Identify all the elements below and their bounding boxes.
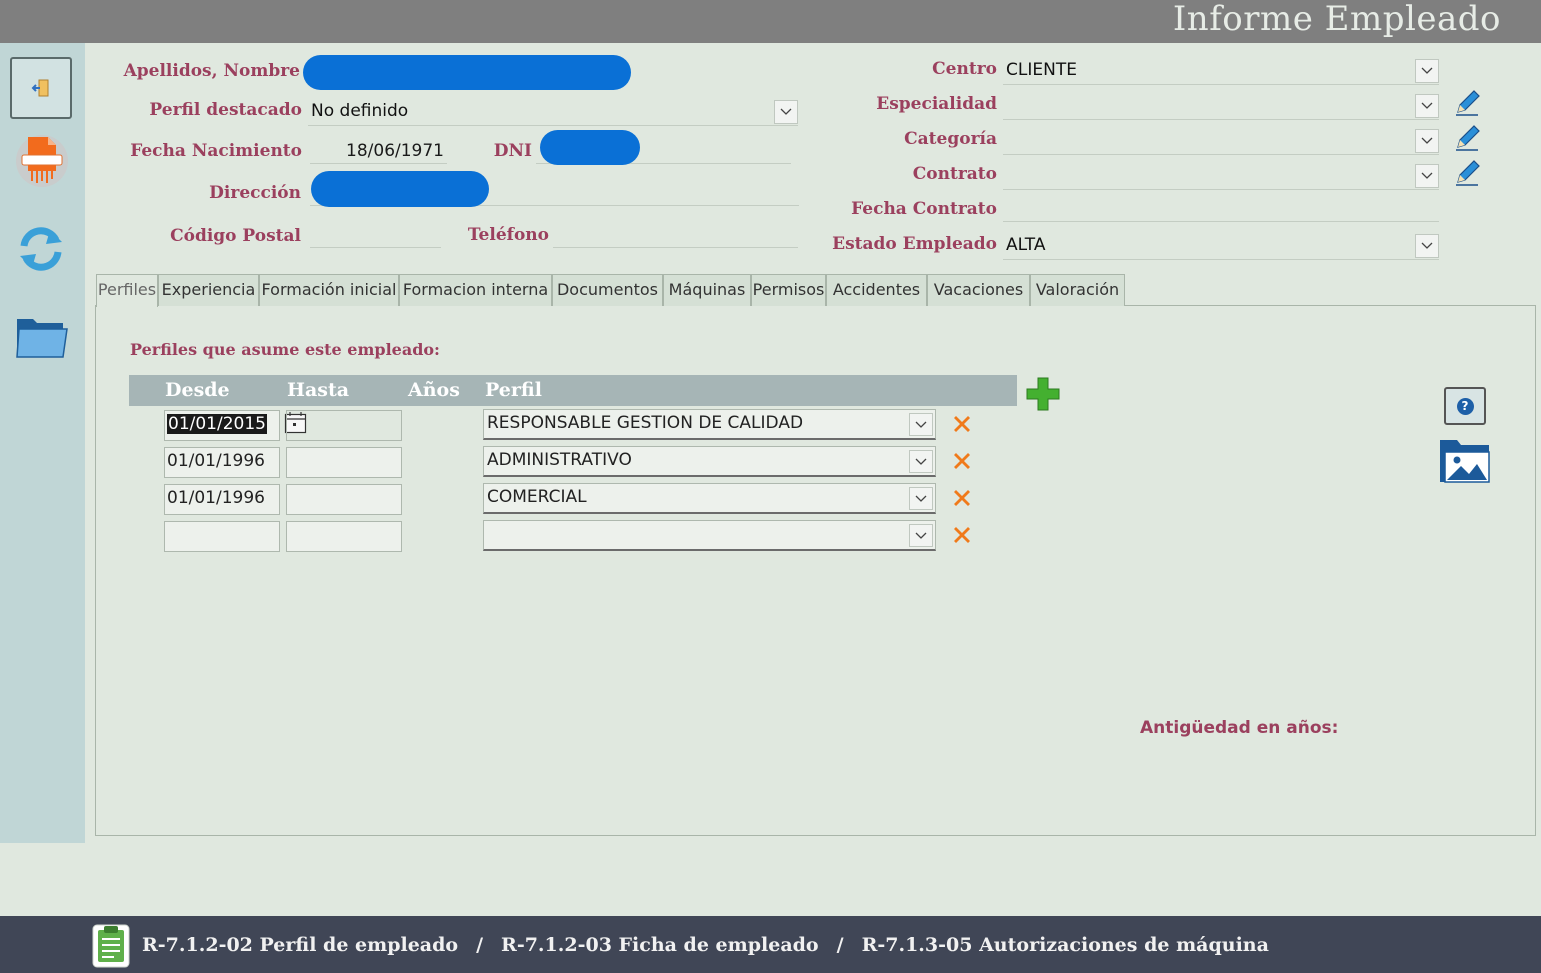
redacted-address [311, 171, 489, 207]
table-row-hasta[interactable] [286, 447, 402, 478]
chevron-down-icon[interactable] [909, 524, 933, 547]
chevron-down-icon[interactable] [1415, 234, 1439, 258]
clipboard-icon [92, 924, 130, 968]
perfil-destacado-value: No definido [311, 101, 409, 121]
estado-select[interactable]: ALTA [1003, 232, 1439, 260]
table-row-desde[interactable]: 01/01/1996 [164, 447, 280, 478]
exit-button[interactable] [10, 57, 72, 119]
table-row-desde[interactable]: 01/01/1996 [164, 484, 280, 515]
chevron-down-icon[interactable] [1415, 164, 1439, 188]
folder-button[interactable] [10, 305, 72, 367]
fecha-contrato-field[interactable] [1003, 198, 1439, 222]
dni-label: DNI [493, 141, 532, 161]
delete-x-icon[interactable] [951, 450, 973, 472]
table-row-hasta[interactable] [286, 484, 402, 515]
telefono-field[interactable] [553, 224, 798, 248]
perfil-select[interactable] [483, 520, 936, 551]
footer-separator: / [476, 934, 484, 956]
tab-experiencia[interactable]: Experiencia [158, 274, 259, 306]
tab-perfiles[interactable]: Perfiles [96, 274, 158, 307]
perfil-select[interactable]: RESPONSABLE GESTION DE CALIDAD [483, 409, 936, 440]
centro-label: Centro [932, 59, 997, 79]
categoria-select[interactable] [1003, 127, 1439, 155]
window-title: Informe Empleado [1172, 0, 1501, 39]
perfiles-section-title: Perfiles que asume este empleado: [130, 340, 440, 359]
fecha-nacimiento-label: Fecha Nacimiento [130, 141, 302, 161]
chevron-down-icon[interactable] [1415, 129, 1439, 153]
pencil-icon[interactable] [1452, 88, 1482, 118]
chevron-down-icon[interactable] [1415, 59, 1439, 83]
tab-vacaciones[interactable]: Vacaciones [927, 274, 1030, 306]
pencil-icon[interactable] [1452, 123, 1482, 153]
perfil-value: COMERCIAL [487, 487, 587, 507]
contrato-label: Contrato [912, 164, 997, 184]
chevron-down-icon[interactable] [909, 413, 933, 436]
plus-icon[interactable] [1024, 375, 1062, 413]
delete-x-icon[interactable] [951, 524, 973, 546]
perfil-destacado-select[interactable]: No definido [308, 98, 798, 126]
column-anos: Años [408, 379, 460, 401]
footer-link-autorizaciones[interactable]: R-7.1.3-05 Autorizaciones de máquina [862, 934, 1269, 956]
categoria-label: Categoría [904, 129, 997, 149]
column-hasta: Hasta [287, 379, 350, 401]
table-row-desde[interactable]: 01/01/2015 [164, 410, 280, 441]
delete-x-icon[interactable] [951, 413, 973, 435]
tab-formacion-inicial[interactable]: Formación inicial [259, 274, 399, 306]
pdf-report-button[interactable] [10, 130, 72, 192]
delete-x-icon[interactable] [951, 487, 973, 509]
table-row-desde[interactable] [164, 521, 280, 552]
footer-link-ficha[interactable]: R-7.1.2-03 Ficha de empleado [501, 934, 819, 956]
tab-valoracion[interactable]: Valoración [1030, 274, 1125, 306]
footer-separator: / [836, 934, 844, 956]
pdf-report-icon [16, 135, 68, 187]
codigo-postal-label: Código Postal [170, 226, 301, 246]
perfil-select[interactable]: COMERCIAL [483, 483, 936, 514]
help-icon: ? [1456, 397, 1474, 415]
tab-accidentes[interactable]: Accidentes [826, 274, 927, 306]
chevron-down-icon[interactable] [909, 450, 933, 473]
antiguedad-label: Antigüedad en años: [1140, 718, 1339, 738]
table-row-hasta[interactable] [286, 521, 402, 552]
exit-door-icon [31, 79, 49, 97]
apellidos-label: Apellidos, Nombre [123, 61, 300, 81]
centro-value: CLIENTE [1006, 60, 1077, 80]
column-desde: Desde [165, 379, 230, 401]
pencil-icon[interactable] [1452, 158, 1482, 188]
column-perfil: Perfil [485, 379, 542, 401]
photo-folder-icon[interactable] [1437, 436, 1493, 486]
chevron-down-icon[interactable] [774, 100, 798, 124]
help-button[interactable]: ? [1444, 387, 1486, 425]
perfil-destacado-label: Perfil destacado [149, 100, 302, 120]
perfiles-grid-header [129, 375, 1017, 406]
redacted-name [303, 55, 631, 90]
estado-value: ALTA [1006, 235, 1046, 255]
refresh-icon [20, 227, 62, 271]
tab-documentos[interactable]: Documentos [552, 274, 663, 306]
centro-select[interactable]: CLIENTE [1003, 57, 1439, 85]
redacted-dni [540, 130, 640, 165]
fecha-contrato-label: Fecha Contrato [851, 199, 997, 219]
table-row-hasta[interactable] [286, 410, 402, 441]
folder-icon [16, 319, 68, 358]
telefono-label: Teléfono [467, 225, 549, 245]
tab-permisos[interactable]: Permisos [751, 274, 826, 306]
direccion-label: Dirección [209, 183, 301, 203]
especialidad-label: Especialidad [876, 94, 997, 114]
refresh-button[interactable] [10, 218, 72, 280]
perfil-value: RESPONSABLE GESTION DE CALIDAD [487, 413, 804, 433]
tab-maquinas[interactable]: Máquinas [663, 274, 751, 306]
perfil-select[interactable]: ADMINISTRATIVO [483, 446, 936, 477]
especialidad-select[interactable] [1003, 92, 1439, 120]
contrato-select[interactable] [1003, 162, 1439, 190]
chevron-down-icon[interactable] [1415, 94, 1439, 118]
codigo-postal-field[interactable] [310, 224, 441, 248]
perfil-value: ADMINISTRATIVO [487, 450, 632, 470]
chevron-down-icon[interactable] [909, 487, 933, 510]
fecha-nacimiento-field[interactable]: 18/06/1971 [310, 140, 447, 164]
footer-link-perfil[interactable]: R-7.1.2-02 Perfil de empleado [142, 934, 458, 956]
footer-links: R-7.1.2-02 Perfil de empleado / R-7.1.2-03… [142, 916, 1269, 973]
tab-formacion-interna[interactable]: Formacion interna [399, 274, 552, 306]
estado-label: Estado Empleado [832, 234, 997, 254]
